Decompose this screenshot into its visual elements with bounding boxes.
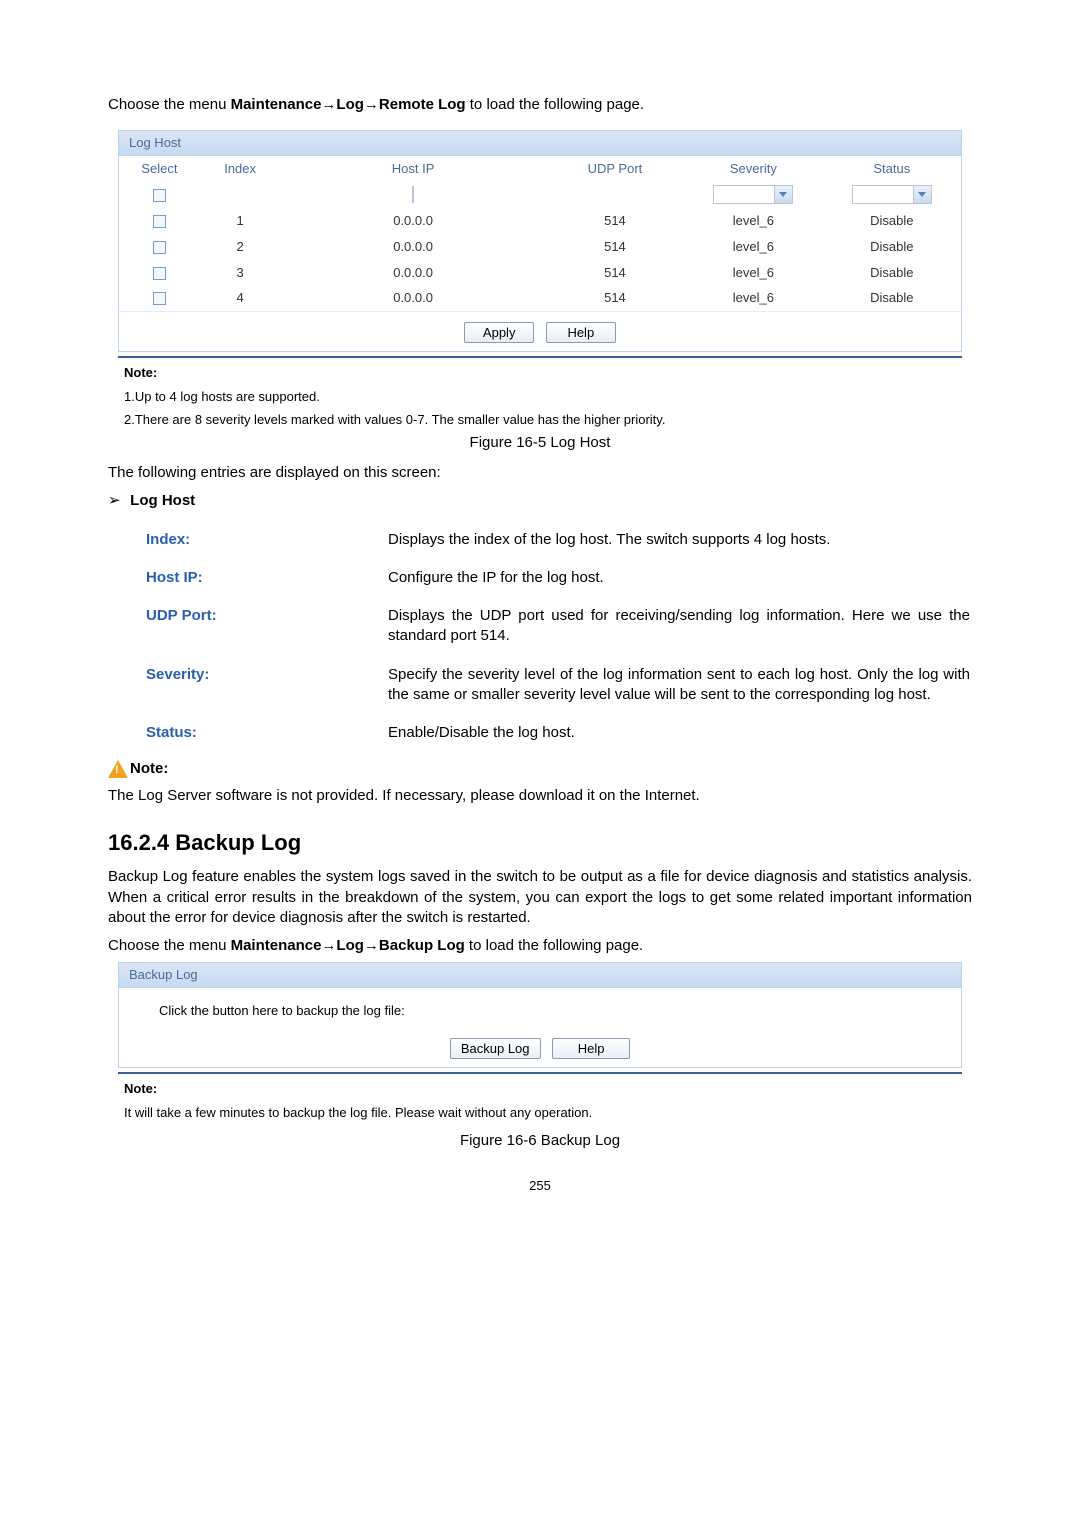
row-checkbox[interactable] — [153, 215, 166, 228]
warning-icon — [108, 760, 128, 778]
cell-severity: level_6 — [684, 260, 822, 286]
note-heading: Note: — [124, 364, 962, 382]
panel-title: Backup Log — [119, 963, 961, 988]
divider — [118, 356, 962, 358]
chevron-down-icon — [913, 186, 931, 203]
note-line: 2.There are 8 severity levels marked wit… — [124, 411, 962, 429]
table-row: 4 0.0.0.0 514 level_6 Disable — [119, 285, 961, 311]
cell-index: 4 — [200, 285, 281, 311]
def-label-hostip: Host IP: — [110, 560, 386, 596]
severity-select[interactable] — [713, 185, 793, 204]
bullet-icon: ➢ — [108, 491, 126, 511]
cell-hostip: 0.0.0.0 — [280, 234, 545, 260]
note-heading: Note: — [130, 760, 168, 777]
note-block-1: Note: 1.Up to 4 log hosts are supported.… — [118, 364, 962, 429]
chevron-down-icon — [774, 186, 792, 203]
text: to load the following page. — [465, 937, 643, 954]
table-input-row — [119, 181, 961, 208]
figure-caption-1: Figure 16-5 Log Host — [108, 433, 972, 453]
cell-status: Disable — [823, 234, 961, 260]
backup-log-panel: Backup Log Click the button here to back… — [118, 962, 962, 1068]
menu-path-bold: Maintenance→Log→Backup Log — [231, 937, 465, 954]
cell-udpport: 514 — [546, 260, 684, 286]
apply-button[interactable]: Apply — [464, 322, 534, 344]
note-line: It will take a few minutes to backup the… — [124, 1104, 962, 1122]
def-label-status: Status: — [110, 715, 386, 751]
cell-severity: level_6 — [684, 208, 822, 234]
def-label-severity: Severity: — [110, 657, 386, 714]
col-status: Status — [823, 156, 961, 182]
text: Choose the menu — [108, 96, 231, 113]
table-row: 1 0.0.0.0 514 level_6 Disable — [119, 208, 961, 234]
log-host-table: Select Index Host IP UDP Port Severity S… — [119, 156, 961, 311]
def-text-severity: Specify the severity level of the log in… — [388, 657, 970, 714]
row-checkbox[interactable] — [153, 267, 166, 280]
backup-intro-text: Backup Log feature enables the system lo… — [108, 867, 972, 928]
cell-hostip: 0.0.0.0 — [280, 260, 545, 286]
note-block-2: Note: — [108, 759, 972, 779]
table-row: 2 0.0.0.0 514 level_6 Disable — [119, 234, 961, 260]
log-host-subheading: ➢ Log Host — [108, 491, 972, 511]
menu-path-remote-log: Choose the menu Maintenance→Log→Remote L… — [108, 95, 972, 115]
col-severity: Severity — [684, 156, 822, 182]
menu-path-bold: Maintenance→Log→Remote Log — [231, 96, 466, 113]
row-checkbox[interactable] — [153, 292, 166, 305]
def-text-udpport: Displays the UDP port used for receiving… — [388, 598, 970, 655]
cell-index: 3 — [200, 260, 281, 286]
cell-udpport: 514 — [546, 208, 684, 234]
help-button[interactable]: Help — [552, 1038, 630, 1060]
status-select[interactable] — [852, 185, 932, 204]
note-line: 1.Up to 4 log hosts are supported. — [124, 388, 962, 406]
divider — [118, 1072, 962, 1074]
text: to load the following page. — [466, 96, 644, 113]
panel-title: Log Host — [119, 131, 961, 156]
cell-status: Disable — [823, 285, 961, 311]
entries-intro: The following entries are displayed on t… — [108, 463, 972, 483]
note-block-3: Note: It will take a few minutes to back… — [118, 1080, 962, 1121]
cell-severity: level_6 — [684, 234, 822, 260]
col-hostip: Host IP — [280, 156, 545, 182]
select-all-checkbox[interactable] — [153, 189, 166, 202]
def-label-index: Index: — [110, 522, 386, 558]
cell-hostip: 0.0.0.0 — [280, 208, 545, 234]
definitions-table: Index: Displays the index of the log hos… — [108, 520, 972, 754]
table-row: 3 0.0.0.0 514 level_6 Disable — [119, 260, 961, 286]
log-host-panel: Log Host Select Index Host IP UDP Port S… — [118, 130, 962, 352]
def-text-status: Enable/Disable the log host. — [388, 715, 970, 751]
def-label-udpport: UDP Port: — [110, 598, 386, 655]
text: Choose the menu — [108, 937, 231, 954]
menu-path-backup-log: Choose the menu Maintenance→Log→Backup L… — [108, 936, 972, 956]
note-heading: Note: — [124, 1080, 962, 1098]
cell-udpport: 514 — [546, 285, 684, 311]
hostip-input[interactable] — [412, 186, 414, 203]
cell-severity: level_6 — [684, 285, 822, 311]
col-select: Select — [119, 156, 200, 182]
cell-index: 2 — [200, 234, 281, 260]
col-index: Index — [200, 156, 281, 182]
section-heading-backup-log: 16.2.4 Backup Log — [108, 828, 972, 858]
col-udpport: UDP Port — [546, 156, 684, 182]
cell-status: Disable — [823, 208, 961, 234]
cell-hostip: 0.0.0.0 — [280, 285, 545, 311]
page-number: 255 — [108, 1177, 972, 1195]
log-host-subheading-text: Log Host — [130, 492, 195, 509]
cell-udpport: 514 — [546, 234, 684, 260]
backup-log-button[interactable]: Backup Log — [450, 1038, 541, 1060]
panel-button-row: Apply Help — [119, 311, 961, 352]
def-text-index: Displays the index of the log host. The … — [388, 522, 970, 558]
cell-status: Disable — [823, 260, 961, 286]
table-header-row: Select Index Host IP UDP Port Severity S… — [119, 156, 961, 182]
def-text-hostip: Configure the IP for the log host. — [388, 560, 970, 596]
backup-instruction-text: Click the button here to backup the log … — [159, 1002, 961, 1020]
note-text-2: The Log Server software is not provided.… — [108, 786, 972, 806]
help-button[interactable]: Help — [546, 322, 616, 344]
cell-index: 1 — [200, 208, 281, 234]
figure-caption-2: Figure 16-6 Backup Log — [108, 1131, 972, 1151]
row-checkbox[interactable] — [153, 241, 166, 254]
